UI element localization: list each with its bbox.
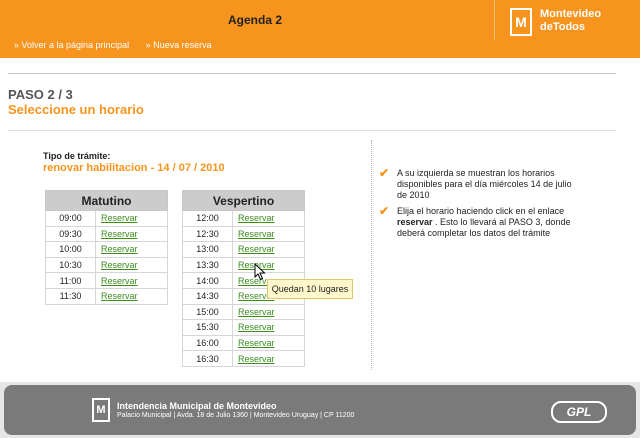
slot-time: 12:30 xyxy=(182,225,233,243)
reserve-link[interactable]: Reservar xyxy=(95,256,168,274)
section-divider xyxy=(8,130,616,131)
reserve-link[interactable]: Reservar xyxy=(232,303,305,321)
footer-address: Palacio Municipal | Avda. 18 de Julio 13… xyxy=(117,412,355,419)
slot-time: 13:30 xyxy=(182,256,233,274)
reserve-link[interactable]: Reservar xyxy=(232,350,305,367)
table-row: 12:00 Reservar xyxy=(182,210,305,227)
reserve-link[interactable]: Reservar xyxy=(232,225,305,243)
reserve-link[interactable]: Reservar xyxy=(232,241,305,258)
slot-time: 09:00 xyxy=(45,210,96,227)
new-reservation-link[interactable]: » Nueva reserva xyxy=(146,40,212,50)
step-subtitle: Seleccione un horario xyxy=(8,102,144,117)
slot-time: 10:00 xyxy=(45,241,96,258)
table-row: 09:30 Reservar xyxy=(45,225,168,243)
table-row: 10:00 Reservar xyxy=(45,241,168,258)
morning-header: Matutino xyxy=(45,190,168,211)
brand-line-1: Montevideo xyxy=(540,8,602,20)
reserve-link[interactable]: Reservar xyxy=(232,334,305,352)
top-divider xyxy=(8,73,616,74)
footer-logo-icon: M xyxy=(92,398,110,422)
vertical-divider xyxy=(371,140,372,370)
footer-title: Intendencia Municipal de Montevideo xyxy=(117,401,277,411)
reserve-link[interactable]: Reservar xyxy=(95,210,168,227)
table-row: 11:30 Reservar xyxy=(45,287,168,305)
reserve-link[interactable]: Reservar xyxy=(95,241,168,258)
step-title: PASO 2 / 3 xyxy=(8,87,73,102)
tramite-value: renovar habilitacion - 14 / 07 / 2010 xyxy=(43,162,225,174)
mouse-cursor-icon xyxy=(254,263,266,281)
slot-time: 16:00 xyxy=(182,334,233,352)
slot-time: 15:30 xyxy=(182,319,233,336)
table-row: 13:30Reservar xyxy=(182,256,305,274)
tramite-label: Tipo de trámite: xyxy=(43,151,111,161)
checkmark-icon: ✔ xyxy=(379,204,390,218)
info-text-1: A su izquierda se muestran los horarios … xyxy=(397,168,572,200)
table-row: 11:00 Reservar xyxy=(45,272,168,289)
table-row: 10:30 Reservar xyxy=(45,256,168,274)
info-text-2-pre: Elija el horario haciendo click en el en… xyxy=(397,206,565,216)
info-bullet-1: ✔ A su izquierda se muestran los horario… xyxy=(379,166,579,201)
slot-time: 13:00 xyxy=(182,241,233,258)
slot-time: 11:30 xyxy=(45,287,96,305)
table-row: 12:30 Reservar xyxy=(182,225,305,243)
reserve-link[interactable]: Reservar xyxy=(232,256,305,274)
reserve-link[interactable]: Reservar xyxy=(232,319,305,336)
back-to-home-link[interactable]: » Volver a la página principal xyxy=(14,40,129,50)
brand-line-2: deTodos xyxy=(540,21,586,33)
info-text-2: Elija el horario haciendo click en el en… xyxy=(397,206,579,239)
header-nav: » Volver a la página principal » Nueva r… xyxy=(14,40,226,50)
reserve-link[interactable]: Reservar xyxy=(95,272,168,289)
morning-schedule-table: Matutino 09:00 Reservar 09:30 Reservar 10:… xyxy=(45,190,168,305)
afternoon-header: Vespertino xyxy=(182,190,305,211)
reserve-link[interactable]: Reservar xyxy=(95,225,168,243)
checkmark-icon: ✔ xyxy=(379,166,390,180)
table-row: 16:30 Reservar xyxy=(182,350,305,367)
info-text-2-bold: reservar xyxy=(397,217,433,227)
table-row: 15:00 Reservar xyxy=(182,303,305,321)
table-row: 09:00 Reservar xyxy=(45,210,168,227)
slot-time: 10:30 xyxy=(45,256,96,274)
gpl-logo-icon: GPL xyxy=(551,401,607,423)
slot-time: 15:00 xyxy=(182,303,233,321)
app-title: Agenda 2 xyxy=(228,13,283,27)
brand-divider xyxy=(494,0,495,40)
slot-time: 14:00 xyxy=(182,272,233,289)
availability-tooltip: Quedan 10 lugares xyxy=(267,279,353,299)
brand-name: Montevideo deTodos xyxy=(540,8,601,34)
reserve-link[interactable]: Reservar xyxy=(232,210,305,227)
reserve-link[interactable]: Reservar xyxy=(95,287,168,305)
table-row: 16:00 Reservar xyxy=(182,334,305,352)
info-bullet-2: ✔ Elija el horario haciendo click en el … xyxy=(379,204,579,239)
montevideo-logo-icon: M xyxy=(510,8,532,36)
slot-time: 14:30 xyxy=(182,287,233,305)
slot-time: 16:30 xyxy=(182,350,233,367)
table-row: 13:00 Reservar xyxy=(182,241,305,258)
table-row: 15:30 Reservar xyxy=(182,319,305,336)
slot-time: 12:00 xyxy=(182,210,233,227)
slot-time: 11:00 xyxy=(45,272,96,289)
slot-time: 09:30 xyxy=(45,225,96,243)
